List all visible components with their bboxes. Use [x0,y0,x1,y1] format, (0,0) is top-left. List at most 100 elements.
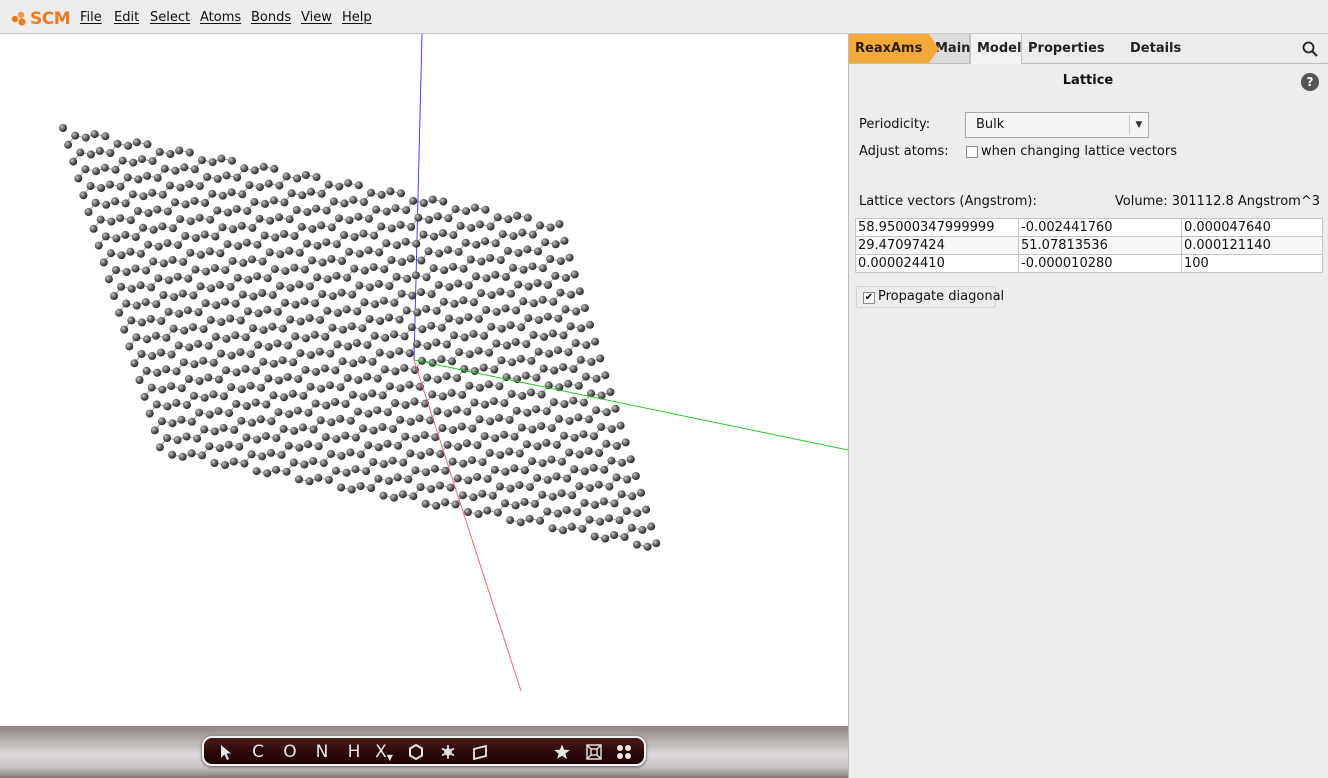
carbon-atom[interactable] [395,315,404,324]
carbon-atom[interactable] [377,222,386,231]
adjust-atoms-checkbox[interactable] [966,146,978,158]
carbon-atom[interactable] [379,460,388,469]
carbon-atom[interactable] [631,472,640,480]
carbon-atom[interactable] [309,457,318,465]
carbon-atom[interactable] [213,206,222,215]
carbon-atom[interactable] [227,351,236,360]
carbon-atom[interactable] [602,439,611,448]
carbon-atom[interactable] [524,314,533,323]
carbon-atom[interactable] [219,423,228,432]
carbon-tool[interactable]: C [246,740,270,764]
carbon-atom[interactable] [313,241,322,250]
carbon-atom[interactable] [257,383,266,392]
carbon-atom[interactable] [533,279,542,287]
carbon-atom[interactable] [536,516,545,525]
carbon-atom[interactable] [193,434,202,443]
carbon-atom[interactable] [547,455,556,464]
carbon-atom[interactable] [350,264,359,273]
carbon-atom[interactable] [475,383,484,392]
carbon-atom[interactable] [222,334,231,343]
carbon-atom[interactable] [134,175,143,184]
carbon-atom[interactable] [449,262,458,271]
carbon-atom[interactable] [485,448,494,457]
element-picker-tool[interactable]: X▼ [372,740,396,764]
carbon-atom[interactable] [440,266,449,275]
carbon-atom[interactable] [411,271,420,280]
carbon-atom[interactable] [148,188,157,197]
carbon-atom[interactable] [276,250,285,259]
carbon-atom[interactable] [264,342,273,351]
carbon-atom[interactable] [260,231,269,240]
carbon-atom[interactable] [177,384,186,393]
carbon-atom[interactable] [201,198,210,207]
carbon-atom[interactable] [420,431,429,440]
carbon-atom[interactable] [211,232,220,241]
carbon-atom[interactable] [258,289,267,297]
carbon-atom[interactable] [135,376,144,384]
view-box-tool[interactable] [582,740,606,764]
carbon-atom[interactable] [327,255,336,263]
molecule-viewport[interactable] [0,34,848,726]
carbon-atom[interactable] [373,406,382,415]
carbon-atom[interactable] [275,181,284,190]
oxygen-tool[interactable]: O [278,740,302,764]
carbon-atom[interactable] [154,242,163,251]
carbon-atom[interactable] [160,164,169,173]
carbon-atom[interactable] [316,416,325,425]
carbon-atom[interactable] [552,472,561,481]
carbon-atom[interactable] [526,483,534,492]
carbon-atom[interactable] [412,239,421,248]
carbon-atom[interactable] [449,426,457,434]
carbon-atom[interactable] [180,163,189,172]
carbon-atom[interactable] [218,191,227,200]
carbon-atom[interactable] [285,246,294,255]
carbon-atom[interactable] [157,317,166,325]
carbon-atom[interactable] [159,291,168,299]
carbon-atom[interactable] [561,273,570,282]
search-button[interactable] [1301,40,1319,58]
carbon-atom[interactable] [559,363,568,371]
carbon-atom[interactable] [510,464,519,473]
carbon-atom[interactable] [221,266,230,275]
carbon-atom[interactable] [86,150,95,159]
carbon-atom[interactable] [177,415,186,424]
carbon-atom[interactable] [216,280,224,289]
carbon-atom[interactable] [110,292,118,300]
carbon-atom[interactable] [465,350,474,359]
carbon-atom[interactable] [117,282,126,291]
carbon-atom[interactable] [184,274,193,283]
carbon-atom[interactable] [222,171,231,180]
carbon-atom[interactable] [303,208,312,217]
carbon-atom[interactable] [301,334,310,343]
carbon-atom[interactable] [272,465,281,474]
carbon-atom[interactable] [358,324,367,333]
carbon-atom[interactable] [528,457,536,466]
carbon-atom[interactable] [235,442,244,451]
carbon-atom[interactable] [437,323,446,332]
carbon-atom[interactable] [368,389,377,398]
carbon-atom[interactable] [319,459,328,468]
carbon-atom[interactable] [483,506,492,515]
carbon-atom[interactable] [189,291,198,300]
carbon-atom[interactable] [227,188,236,197]
carbon-atom[interactable] [210,427,219,436]
carbon-atom[interactable] [507,389,516,398]
carbon-atom[interactable] [438,392,447,401]
carbon-atom[interactable] [374,279,383,288]
carbon-atom[interactable] [496,451,505,459]
carbon-atom[interactable] [269,359,278,368]
carbon-atom[interactable] [563,474,572,483]
carbon-atom[interactable] [607,425,616,434]
carbon-atom[interactable] [157,417,166,426]
carbon-atom[interactable] [317,189,326,198]
carbon-atom[interactable] [343,273,352,282]
carbon-atom[interactable] [597,423,606,431]
carbon-atom[interactable] [568,491,577,500]
carbon-atom[interactable] [211,332,220,341]
carbon-atom[interactable] [186,248,195,257]
carbon-atom[interactable] [642,505,651,514]
carbon-atom[interactable] [173,272,182,281]
carbon-atom[interactable] [275,213,283,222]
carbon-atom[interactable] [474,315,483,324]
carbon-atom[interactable] [314,473,323,482]
